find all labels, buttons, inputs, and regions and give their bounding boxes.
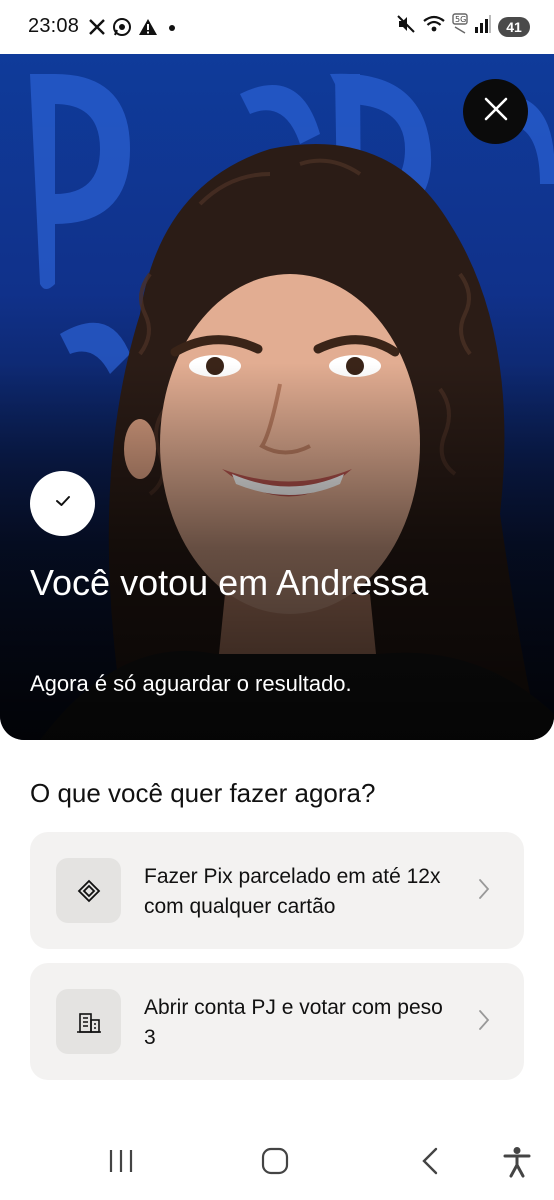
vote-confirmation-title: Você votou em Andressa <box>30 562 429 603</box>
vote-confirmation-subtitle: Agora é só aguardar o resultado. <box>30 671 352 696</box>
signal-icon <box>474 14 492 40</box>
option-conta-pj[interactable]: Abrir conta PJ e votar com peso 3 <box>30 963 524 1080</box>
building-icon <box>56 989 121 1054</box>
warning-icon <box>138 18 158 36</box>
status-bar: 23:08 5G 41 <box>0 0 554 54</box>
vote-confirmed-badge <box>30 471 95 536</box>
battery-indicator: 41 <box>498 17 530 37</box>
hero-gradient-overlay <box>0 54 554 740</box>
option-label: Abrir conta PJ e votar com peso 3 <box>144 996 443 1049</box>
close-button[interactable] <box>463 79 528 144</box>
next-actions-sheet: O que você quer fazer agora? Fazer Pix p… <box>0 746 554 1106</box>
5g-icon: 5G <box>452 13 468 41</box>
mute-icon <box>396 14 416 40</box>
x-icon <box>88 18 106 36</box>
status-time: 23:08 <box>28 15 80 37</box>
close-icon <box>483 96 509 127</box>
wifi-icon <box>422 14 446 40</box>
pix-icon <box>56 858 121 923</box>
checkmark-icon <box>53 493 73 514</box>
status-right-icons: 5G 41 <box>396 13 530 41</box>
system-navigation-bar <box>0 1130 554 1200</box>
hero-banner: Você votou em Andressa Agora é só aguard… <box>0 54 554 740</box>
chevron-right-icon <box>478 1009 490 1036</box>
option-label: Fazer Pix parcelado em até 12x com qualq… <box>144 865 441 918</box>
back-icon[interactable] <box>418 1146 444 1181</box>
whatsapp-icon <box>112 17 132 37</box>
home-icon[interactable] <box>260 1146 290 1181</box>
recents-icon[interactable] <box>106 1146 136 1181</box>
status-left-icons <box>88 14 180 40</box>
svg-text:5G: 5G <box>455 15 466 24</box>
next-actions-title: O que você quer fazer agora? <box>30 778 376 808</box>
chevron-right-icon <box>478 878 490 905</box>
option-pix-parcelado[interactable]: Fazer Pix parcelado em até 12x com qualq… <box>30 832 524 949</box>
dot-icon <box>164 18 180 36</box>
accessibility-icon[interactable] <box>502 1146 532 1183</box>
